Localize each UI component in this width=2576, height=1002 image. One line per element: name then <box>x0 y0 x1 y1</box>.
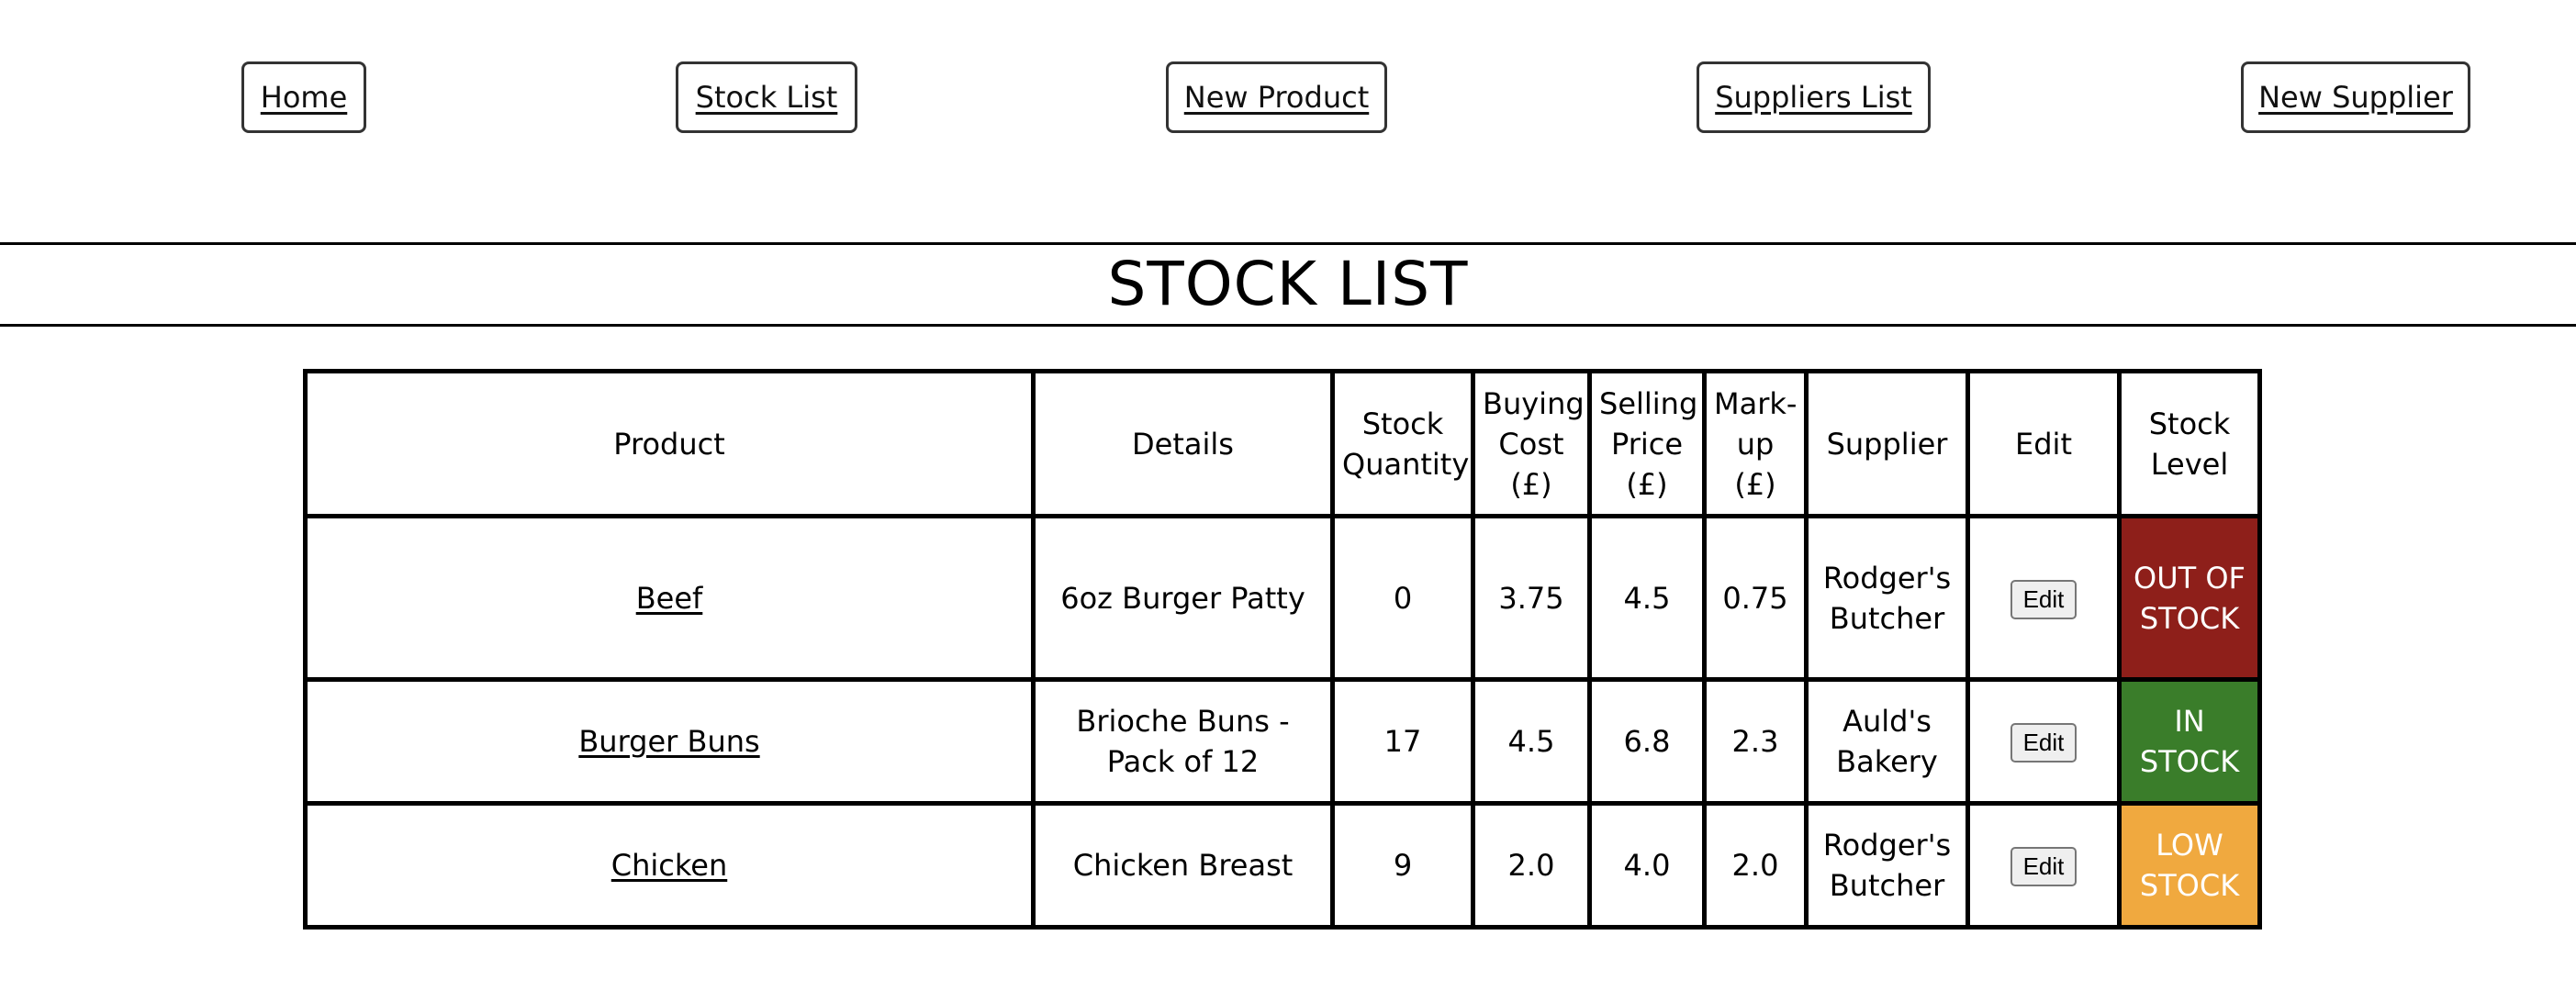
header-supplier: Supplier <box>1804 369 1970 518</box>
edit-cell: Edit <box>1966 801 2122 930</box>
product-cell: Burger Buns <box>303 677 1036 806</box>
header-edit: Edit <box>1966 369 2122 518</box>
product-cell: Beef <box>303 514 1036 682</box>
details-cell: 6oz Burger Patty <box>1031 514 1335 682</box>
main-nav: Home Stock List New Product Suppliers Li… <box>0 61 2576 137</box>
edit-cell: Edit <box>1966 677 2122 806</box>
edit-cell: Edit <box>1966 514 2122 682</box>
stock-table: Product Details Stock Quantity Buying Co… <box>303 369 2262 930</box>
selling-price-cell: 4.0 <box>1587 801 1707 930</box>
header-details: Details <box>1031 369 1335 518</box>
table-header: Product Details Stock Quantity Buying Co… <box>303 369 2262 518</box>
selling-price-cell: 4.5 <box>1587 514 1707 682</box>
header-selling-price: Selling Price (£) <box>1587 369 1707 518</box>
table-body: Beef 6oz Burger Patty 0 3.75 4.5 0.75 Ro… <box>303 514 2262 930</box>
markup-cell: 2.3 <box>1702 677 1809 806</box>
stock-quantity-cell: 9 <box>1330 801 1475 930</box>
nav-new-supplier-link[interactable]: New Supplier <box>2241 61 2470 133</box>
details-cell: Brioche Buns - Pack of 12 <box>1031 677 1335 806</box>
header-stock-quantity: Stock Quantity <box>1330 369 1475 518</box>
title-band: STOCK LIST <box>0 242 2576 327</box>
stock-level-badge: LOW STOCK <box>2117 801 2262 930</box>
stock-level-badge: IN STOCK <box>2117 677 2262 806</box>
header-product: Product <box>303 369 1036 518</box>
details-cell: Chicken Breast <box>1031 801 1335 930</box>
product-link[interactable]: Burger Buns <box>578 724 759 759</box>
table-row: Beef 6oz Burger Patty 0 3.75 4.5 0.75 Ro… <box>303 514 2262 682</box>
buying-cost-cell: 2.0 <box>1471 801 1592 930</box>
markup-cell: 0.75 <box>1702 514 1809 682</box>
page-title: STOCK LIST <box>1107 249 1469 319</box>
product-cell: Chicken <box>303 801 1036 930</box>
edit-button[interactable]: Edit <box>2010 847 2078 886</box>
stock-quantity-cell: 17 <box>1330 677 1475 806</box>
markup-cell: 2.0 <box>1702 801 1809 930</box>
header-buying-cost: Buying Cost (£) <box>1471 369 1592 518</box>
supplier-cell: Rodger's Butcher <box>1804 514 1970 682</box>
stock-quantity-cell: 0 <box>1330 514 1475 682</box>
table-row: Burger Buns Brioche Buns - Pack of 12 17… <box>303 677 2262 806</box>
nav-home-link[interactable]: Home <box>241 61 366 133</box>
table-row: Chicken Chicken Breast 9 2.0 4.0 2.0 Rod… <box>303 801 2262 930</box>
nav-new-product-link[interactable]: New Product <box>1166 61 1387 133</box>
nav-stock-list-link[interactable]: Stock List <box>676 61 857 133</box>
header-row: Product Details Stock Quantity Buying Co… <box>303 369 2262 518</box>
buying-cost-cell: 4.5 <box>1471 677 1592 806</box>
nav-suppliers-list-link[interactable]: Suppliers List <box>1697 61 1931 133</box>
buying-cost-cell: 3.75 <box>1471 514 1592 682</box>
stock-level-badge: OUT OF STOCK <box>2117 514 2262 682</box>
selling-price-cell: 6.8 <box>1587 677 1707 806</box>
supplier-cell: Rodger's Butcher <box>1804 801 1970 930</box>
header-stock-level: Stock Level <box>2117 369 2262 518</box>
header-markup: Mark-up (£) <box>1702 369 1809 518</box>
product-link[interactable]: Beef <box>636 581 703 616</box>
product-link[interactable]: Chicken <box>611 848 727 883</box>
supplier-cell: Auld's Bakery <box>1804 677 1970 806</box>
edit-button[interactable]: Edit <box>2010 579 2078 619</box>
edit-button[interactable]: Edit <box>2010 723 2078 763</box>
